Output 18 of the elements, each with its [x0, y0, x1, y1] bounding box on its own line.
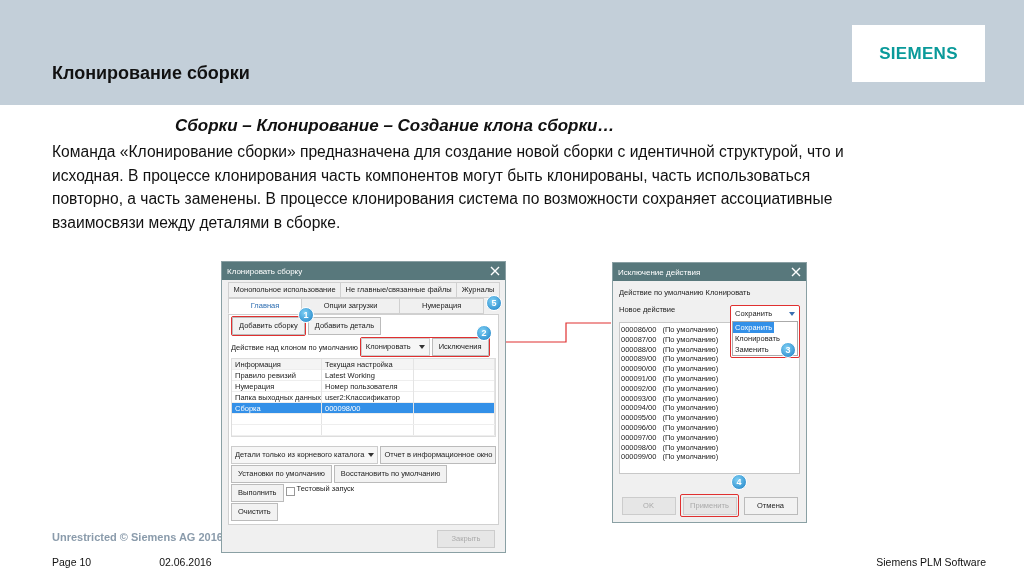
slide-subtitle: Сборки – Клонирование – Создание клона сборки… [175, 116, 616, 136]
close-icon[interactable] [791, 267, 801, 277]
date-text: 02.06.2016 [159, 556, 212, 568]
callout-badge: 5 [486, 295, 502, 311]
logo: SIEMENS [852, 25, 985, 82]
description-paragraph: Команда «Клонирование сборки» предназначена для создание новой сборки с идентичной структурой, что и исходная. В процессе клонирования часть компонентов могут быть клонированы, часть использоваться повторно, а часть заменены. В процессе клонирования система по возможности сохраняет ассоциативные взаимосвязи между деталями в сборке. [52, 142, 845, 233]
callout-badge: 4 [731, 474, 747, 490]
caret-icon [789, 312, 795, 316]
copyright-text: Unrestricted © Siemens AG 2016 [52, 531, 223, 543]
slide-title: Клонирование сборки [52, 63, 250, 84]
dialog-title: Исключение действия [618, 267, 701, 277]
close-icon[interactable] [490, 266, 500, 276]
dialog-title: Клонировать сборку [227, 266, 303, 276]
caret-icon [418, 345, 425, 349]
company-text: Siemens PLM Software [876, 556, 986, 568]
checkbox[interactable] [285, 487, 295, 496]
page-number: Page 10 [52, 556, 92, 568]
caret-icon [368, 453, 375, 457]
